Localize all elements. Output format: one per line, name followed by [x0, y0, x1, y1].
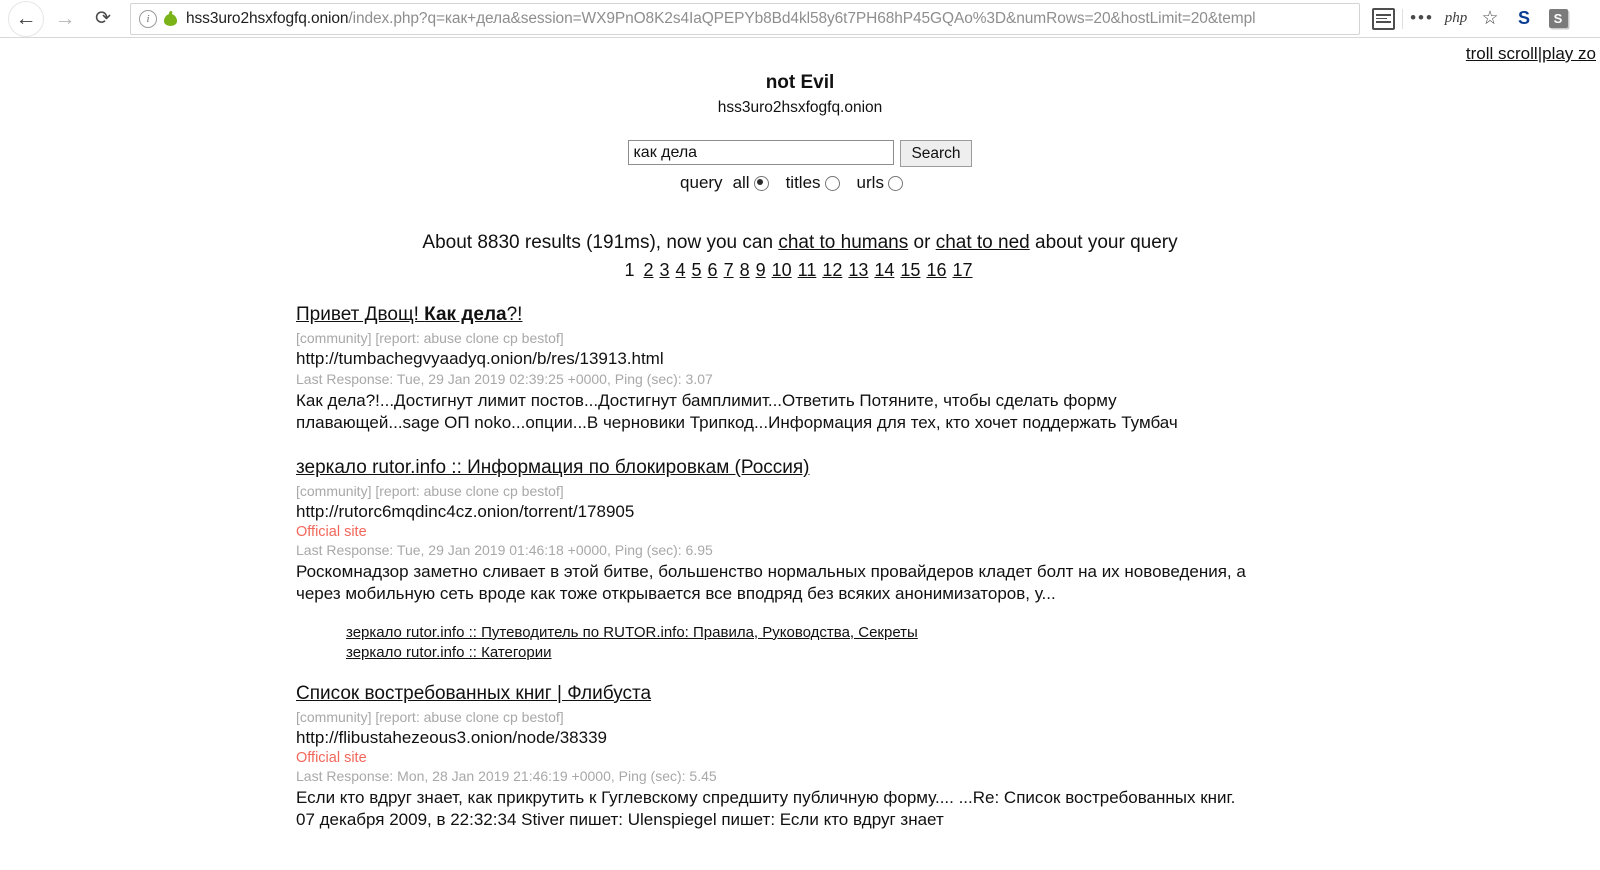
page-content: troll scroll|play zo not Evil hss3uro2hs…: [0, 38, 1600, 870]
site-domain: hss3uro2hsxfogfq.onion: [717, 99, 883, 116]
scope-radio-titles[interactable]: [824, 175, 840, 191]
page-link-9[interactable]: 9: [756, 260, 766, 280]
chat-to-humans-link[interactable]: chat to humans: [778, 232, 908, 253]
result-sublinks: зеркало rutor.info :: Путеводитель по RU…: [296, 624, 1600, 661]
search-row: Search: [0, 140, 1600, 167]
page-link-2[interactable]: 2: [643, 260, 653, 280]
bookmark-star-icon[interactable]: ☆: [1473, 2, 1507, 36]
page-link-5[interactable]: 5: [692, 260, 702, 280]
toolbar-icons: ••• php ☆ S S: [1366, 2, 1581, 36]
search-result-item: зеркало rutor.info :: Информация по блок…: [296, 457, 1600, 661]
result-title-link[interactable]: Список востребованных книг | Флибуста: [296, 683, 651, 705]
result-snippet: Как дела?!...Достигнут лимит постов...До…: [296, 391, 1178, 433]
page-title: not Evil: [765, 72, 835, 93]
page-link-17[interactable]: 17: [952, 260, 972, 280]
extension-s-icon[interactable]: S: [1507, 2, 1541, 36]
result-snippet: Роскомнадзор заметно сливает в этой битв…: [296, 561, 1246, 604]
page-link-10[interactable]: 10: [772, 260, 792, 280]
search-scope-options: query all titles urls: [0, 173, 1600, 193]
page-link-12[interactable]: 12: [822, 260, 842, 280]
extension-sbox-icon[interactable]: S: [1541, 2, 1575, 36]
onion-icon: [164, 10, 177, 26]
reload-icon[interactable]: ⟳: [86, 2, 120, 36]
scope-option-all-label: all: [732, 173, 750, 192]
page-link-4[interactable]: 4: [676, 260, 686, 280]
scope-option-titles-label: titles: [785, 173, 821, 192]
result-url[interactable]: http://tumbachegvyaadyq.onion/b/res/1391…: [296, 349, 1600, 369]
result-meta: Last Response: Tue, 29 Jan 2019 02:39:25…: [296, 371, 713, 387]
page-link-11[interactable]: 11: [798, 260, 817, 280]
result-official-badge: Official site: [296, 749, 367, 766]
play-zone-link[interactable]: play zo: [1542, 44, 1596, 63]
result-url[interactable]: http://rutorc6mqdinc4cz.onion/torrent/17…: [296, 502, 1600, 522]
navigation-buttons: ← → ⟳: [0, 0, 120, 37]
result-url[interactable]: http://flibustahezeous3.onion/node/38339: [296, 728, 1600, 748]
search-result-item: Привет Двощ! Как дела?! [community] [repo…: [296, 304, 1600, 435]
page-link-3[interactable]: 3: [660, 260, 670, 280]
result-sublink[interactable]: зеркало rutor.info :: Категории: [346, 644, 1600, 661]
result-sublink[interactable]: зеркало rutor.info :: Путеводитель по RU…: [346, 624, 1600, 641]
scope-radio-all[interactable]: [753, 175, 769, 191]
result-tags[interactable]: [community] [report: abuse clone cp best…: [296, 330, 1600, 346]
url-path: /index.php?q=как+дела&session=WX9PnO8K2s…: [348, 9, 1256, 27]
page-link-14[interactable]: 14: [874, 260, 894, 280]
search-button[interactable]: Search: [900, 140, 972, 167]
page-link-15[interactable]: 15: [900, 260, 920, 280]
pagination: 1 2 3 4 5 6 7 8 9 10 11 12 13 14 15 16 17: [0, 260, 1600, 281]
page-link-6[interactable]: 6: [708, 260, 718, 280]
chat-to-ned-link[interactable]: chat to ned: [936, 232, 1030, 253]
result-snippet: Если кто вдруг знает, как прикрутить к Г…: [296, 787, 1236, 830]
page-link-7[interactable]: 7: [724, 260, 734, 280]
page-link-16[interactable]: 16: [926, 260, 946, 280]
scope-radio-urls[interactable]: [887, 175, 903, 191]
result-tags[interactable]: [community] [report: abuse clone cp best…: [296, 709, 1600, 725]
address-bar[interactable]: i hss3uro2hsxfogfq.onion/index.php?q=как…: [130, 2, 1360, 35]
page-link-13[interactable]: 13: [848, 260, 868, 280]
site-info-icon[interactable]: i: [139, 9, 157, 28]
troll-scroll-link[interactable]: troll scroll: [1466, 44, 1538, 63]
search-input[interactable]: [628, 140, 895, 165]
result-title-link[interactable]: Привет Двощ! Как дела?!: [296, 304, 522, 326]
url-host: hss3uro2hsxfogfq.onion: [186, 9, 349, 27]
browser-toolbar: ← → ⟳ i hss3uro2hsxfogfq.onion/index.php…: [0, 0, 1600, 38]
search-result-item: Список востребованных книг | Флибуста [co…: [296, 683, 1600, 832]
results-count-text: About 8830 results (191ms), now you can: [422, 232, 779, 253]
result-title-link[interactable]: зеркало rutor.info :: Информация по блок…: [296, 457, 810, 479]
scope-label: query: [680, 173, 723, 192]
result-tags[interactable]: [community] [report: abuse clone cp best…: [296, 483, 1600, 499]
forward-arrow-icon[interactable]: →: [48, 2, 82, 36]
results-summary: About 8830 results (191ms), now you can …: [0, 232, 1600, 254]
reader-view-icon[interactable]: [1366, 2, 1400, 36]
scope-option-urls-label: urls: [856, 173, 884, 192]
site-branding: not Evil hss3uro2hsxfogfq.onion: [0, 38, 1600, 117]
back-arrow-icon[interactable]: ←: [8, 0, 44, 37]
result-meta: Last Response: Mon, 28 Jan 2019 21:46:19…: [296, 767, 717, 784]
results-suffix-text: about your query: [1029, 232, 1178, 253]
top-right-links: troll scroll|play zo: [1466, 44, 1596, 64]
url-text: hss3uro2hsxfogfq.onion/index.php?q=как+д…: [186, 10, 1255, 28]
page-current: 1: [624, 260, 635, 280]
result-meta: Last Response: Tue, 29 Jan 2019 01:46:18…: [296, 541, 713, 558]
page-link-8[interactable]: 8: [740, 260, 750, 280]
results-middle-text: or: [908, 232, 936, 253]
menu-dots-icon[interactable]: •••: [1405, 2, 1439, 36]
toolbar-divider: [1402, 8, 1403, 29]
php-extension-icon[interactable]: php: [1439, 2, 1473, 36]
search-results-list: Привет Двощ! Как дела?! [community] [repo…: [0, 304, 1600, 832]
result-official-badge: Official site: [296, 523, 367, 540]
